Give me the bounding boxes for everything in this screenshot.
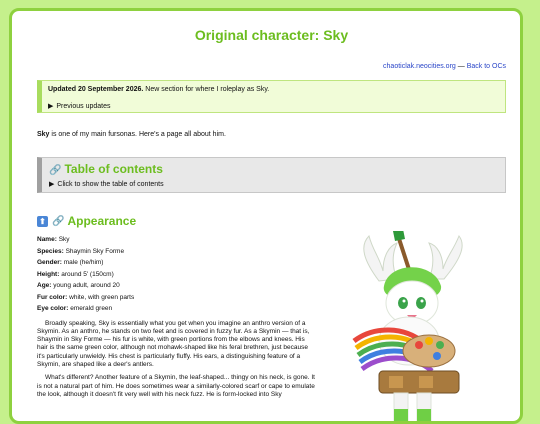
back-to-ocs-link[interactable]: Back to OCs — [467, 63, 506, 70]
appearance-heading: ⬆ 🔗 Appearance — [37, 214, 506, 228]
up-arrow-icon[interactable]: ⬆ — [37, 215, 48, 227]
fact-row: Gender: male (he/him) — [37, 259, 104, 266]
link-icon[interactable]: 🔗 — [49, 165, 61, 176]
page-card: Original character: Sky chaoticlak.neoci… — [9, 8, 523, 424]
appearance-heading-text: Appearance — [67, 214, 137, 228]
update-notice: Updated 20 September 2026. New section f… — [37, 80, 506, 113]
fact-row: Height: around 5' (150cm) — [37, 270, 114, 278]
toc-toggle-label: Click to show the table of contents — [57, 181, 164, 188]
character-facts: Name: Sky Species: Shaymin Sky Forme Gen… — [37, 234, 307, 315]
link-icon[interactable]: 🔗 — [52, 216, 64, 227]
link-separator: — — [457, 63, 465, 70]
fact-row: Fur color: white, with green parts — [37, 293, 135, 301]
fact-row: Eye color: emerald green — [37, 305, 113, 312]
site-link[interactable]: chaoticlak.neocities.org — [383, 63, 456, 70]
intro-text: Sky is one of my main fursonas. Here's a… — [37, 131, 506, 138]
update-text: New section for where I roleplay as Sky. — [143, 86, 270, 93]
character-illustration — [349, 229, 479, 421]
disclosure-triangle-icon: ▶ — [48, 103, 54, 110]
fact-row: Name: Sky — [37, 236, 70, 243]
disclosure-triangle-icon: ▶ — [49, 181, 55, 188]
table-of-contents: 🔗 Table of contents ▶ Click to show the ta… — [37, 157, 506, 193]
top-links: chaoticlak.neocities.org — Back to OCs — [37, 63, 506, 70]
appearance-paragraph: What's different? Another feature of a S… — [37, 374, 315, 398]
toc-toggle[interactable]: ▶ Click to show the table of contents — [49, 180, 498, 188]
fact-row: Age: young adult, around 20 — [37, 282, 120, 289]
update-date: Updated 20 September 2026. — [48, 86, 144, 93]
previous-updates-label: Previous updates — [56, 103, 111, 110]
intro-name: Sky — [37, 131, 50, 138]
previous-updates-toggle[interactable]: ▶ Previous updates — [48, 102, 499, 110]
appearance-paragraph: Broadly speaking, Sky is essentially wha… — [37, 319, 310, 368]
page-title: Original character: Sky — [194, 27, 349, 43]
toc-heading: 🔗 Table of contents — [49, 158, 498, 176]
intro-body: is one of my main fursonas. Here's a pag… — [49, 131, 226, 138]
fact-row: Species: Shaymin Sky Forme — [37, 247, 125, 255]
toc-heading-text: Table of contents — [64, 162, 163, 176]
